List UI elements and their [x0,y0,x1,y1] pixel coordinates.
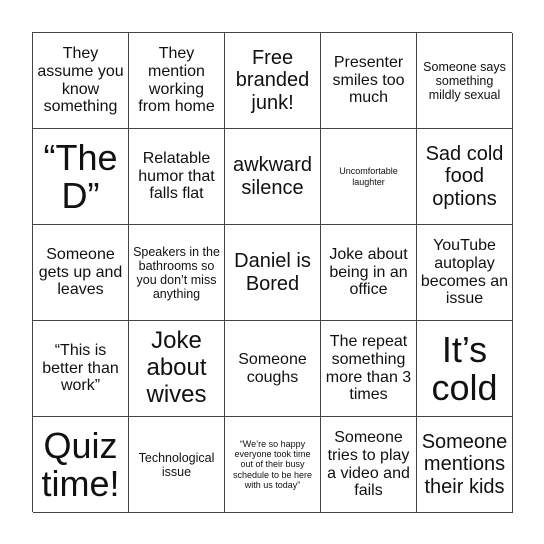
bingo-cell[interactable]: Someone coughs [225,321,321,417]
bingo-cell[interactable]: Sad cold food options [417,129,513,225]
bingo-cell[interactable]: Relatable humor that falls flat [129,129,225,225]
bingo-cell[interactable]: “The D” [33,129,129,225]
bingo-cell[interactable]: Someone tries to play a video and fails [321,417,417,513]
bingo-cell[interactable]: “We’re so happy everyone took time out o… [225,417,321,513]
bingo-cell[interactable]: Quiz time! [33,417,129,513]
bingo-cell[interactable]: Someone gets up and leaves [33,225,129,321]
bingo-cell[interactable]: Joke about being in an office [321,225,417,321]
bingo-cell[interactable]: Technological issue [129,417,225,513]
bingo-cell[interactable]: Speakers in the bathrooms so you don’t m… [129,225,225,321]
bingo-cell[interactable]: Daniel is Bored [225,225,321,321]
bingo-cell[interactable]: Free branded junk! [225,33,321,129]
bingo-cell[interactable]: YouTube autoplay becomes an issue [417,225,513,321]
bingo-board: They assume you know something They ment… [32,32,513,513]
bingo-cell[interactable]: They assume you know something [33,33,129,129]
bingo-cell[interactable]: Joke about wives [129,321,225,417]
bingo-cell[interactable]: It’s cold [417,321,513,417]
bingo-cell[interactable]: awkward silence [225,129,321,225]
bingo-cell[interactable]: The repeat something more than 3 times [321,321,417,417]
bingo-cell[interactable]: Uncomfortable laughter [321,129,417,225]
bingo-cell[interactable]: They mention working from home [129,33,225,129]
bingo-cell[interactable]: Someone says something mildly sexual [417,33,513,129]
bingo-cell[interactable]: Someone mentions their kids [417,417,513,513]
bingo-cell[interactable]: “This is better than work” [33,321,129,417]
bingo-cell[interactable]: Presenter smiles too much [321,33,417,129]
